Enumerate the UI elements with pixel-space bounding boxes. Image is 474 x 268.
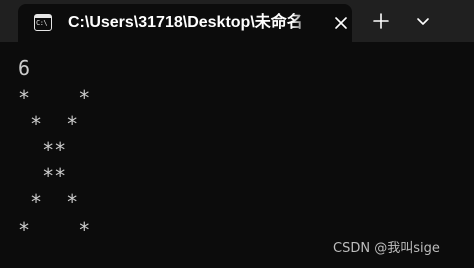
console-line: ** [18, 138, 67, 162]
tab-title: C:\Users\31718\Desktop\未命名 [68, 14, 303, 31]
plus-icon[interactable] [369, 9, 393, 33]
chevron-down-icon[interactable] [411, 9, 435, 33]
tab-active[interactable]: C:\ C:\Users\31718\Desktop\未命名 [18, 4, 352, 42]
console-line: ** [18, 164, 67, 188]
console-output[interactable]: 6 * * * * ** ** * * * * [18, 56, 474, 268]
terminal-icon: C:\ [34, 14, 52, 31]
watermark: CSDN @我叫sige [333, 241, 440, 256]
close-icon[interactable] [331, 13, 351, 33]
console-line: * * [18, 112, 79, 136]
console-line-input: 6 [18, 56, 31, 80]
console-line: * * [18, 190, 79, 214]
console-line: * * [18, 218, 91, 242]
console-line: * * [18, 86, 91, 110]
terminal-icon-glyph: C:\ [36, 19, 48, 27]
terminal-window: C:\ C:\Users\31718\Desktop\未命名 6 * * * *… [0, 0, 474, 268]
tab-bar: C:\ C:\Users\31718\Desktop\未命名 [0, 0, 474, 42]
